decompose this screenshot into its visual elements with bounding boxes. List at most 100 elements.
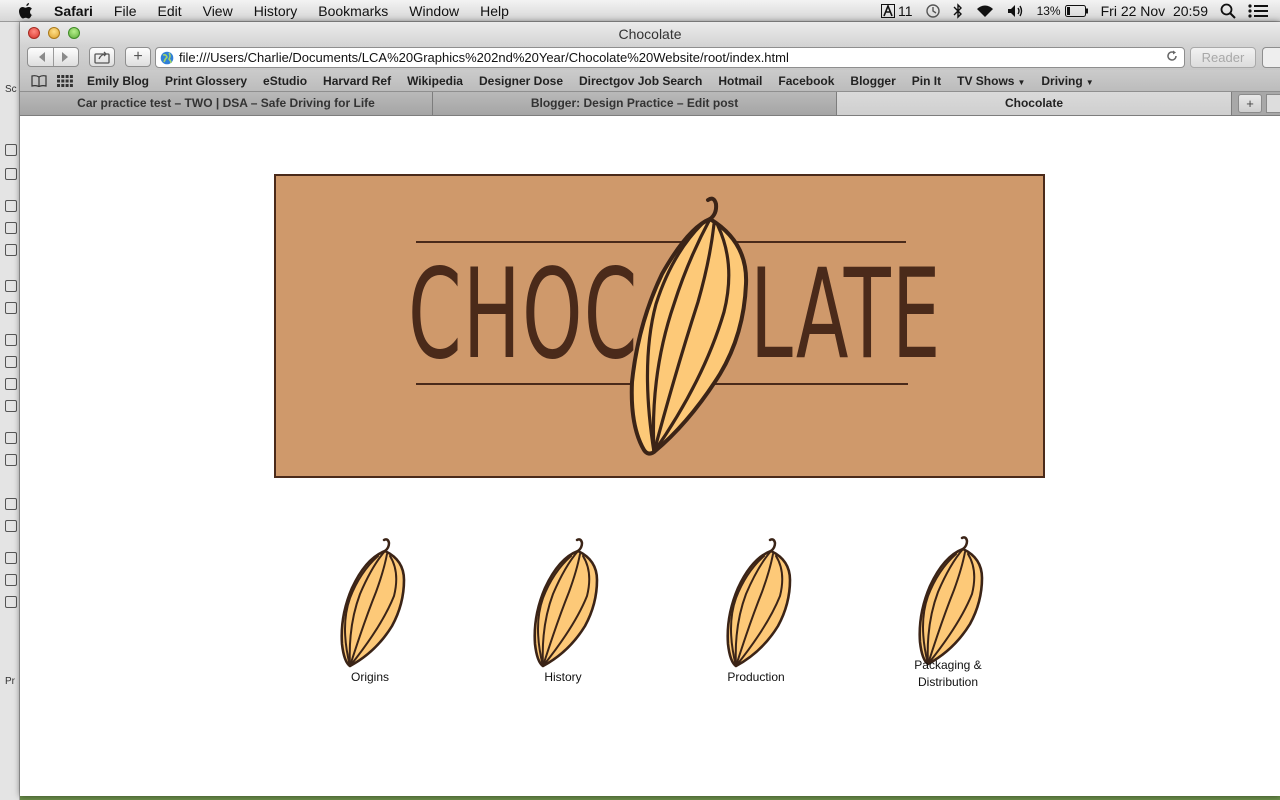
tool-icon[interactable] [5, 596, 17, 608]
safari-window: Chocolate + file:///Users/Charlie/Docume… [20, 22, 1280, 796]
battery-percent: 13% [1036, 3, 1061, 18]
tool-icon[interactable] [5, 280, 17, 292]
tool-icon[interactable] [5, 520, 17, 532]
adobe-icon [881, 3, 896, 18]
tool-icon[interactable] [5, 400, 17, 412]
bookmark-emily-blog[interactable]: Emily Blog [87, 74, 149, 88]
tool-icon[interactable] [5, 144, 17, 156]
spotlight-search-icon[interactable] [1220, 3, 1236, 19]
url-text[interactable]: file:///Users/Charlie/Documents/LCA%20Gr… [179, 50, 789, 65]
logo-text-right: LATE [750, 243, 942, 387]
bookmark-facebook[interactable]: Facebook [778, 74, 834, 88]
bookmark-estudio[interactable]: eStudio [263, 74, 307, 88]
nav-label-line1: Packaging & [914, 658, 982, 672]
menu-window[interactable]: Window [409, 3, 459, 19]
tool-icon[interactable] [5, 302, 17, 314]
tool-icon[interactable] [5, 498, 17, 510]
tool-icon[interactable] [5, 200, 17, 212]
tool-icon[interactable] [5, 244, 17, 256]
cocoa-pod-icon [533, 538, 599, 668]
nav-item-history[interactable]: History [488, 536, 638, 687]
time-machine-icon[interactable] [925, 3, 941, 19]
share-button[interactable] [89, 47, 115, 67]
plus-icon: + [133, 48, 143, 65]
adobe-status[interactable]: 11 [881, 3, 913, 19]
bookmark-directgov-job-search[interactable]: Directgov Job Search [579, 74, 702, 88]
menu-view[interactable]: View [203, 3, 233, 19]
bookmark-folder-tv-shows[interactable]: TV Shows ▼ [957, 74, 1025, 88]
background-app-label-top: Sc [5, 84, 17, 95]
chevron-down-icon: ▼ [1085, 77, 1094, 87]
tool-icon[interactable] [5, 378, 17, 390]
tool-icon[interactable] [5, 168, 17, 180]
bookmarks-bar: Emily Blog Print Glossery eStudio Harvar… [20, 70, 1280, 92]
tab-bar: Car practice test – TWO | DSA – Safe Dri… [20, 92, 1280, 116]
tab-chocolate[interactable]: Chocolate [837, 92, 1232, 115]
menu-help[interactable]: Help [480, 3, 509, 19]
bookmark-folder-driving[interactable]: Driving ▼ [1041, 74, 1093, 88]
back-arrow-icon[interactable] [37, 51, 47, 63]
bookmark-folder-label: Driving [1041, 73, 1083, 88]
tool-icon[interactable] [5, 356, 17, 368]
apple-menu-icon[interactable] [18, 2, 38, 20]
bookmark-hotmail[interactable]: Hotmail [718, 74, 762, 88]
page-content: CHOC LATE Origins History Production Pac… [20, 116, 1280, 796]
menu-clock[interactable]: Fri 22 Nov 20:59 [1101, 3, 1208, 19]
menu-safari[interactable]: Safari [54, 3, 93, 19]
bookmark-designer-dose[interactable]: Designer Dose [479, 74, 563, 88]
nav-item-packaging-distribution[interactable]: Packaging & Distribution [873, 536, 1023, 690]
menu-edit[interactable]: Edit [157, 3, 181, 19]
bookmark-pin-it[interactable]: Pin It [912, 74, 941, 88]
tab-blogger-design-practice[interactable]: Blogger: Design Practice – Edit post [433, 92, 837, 115]
volume-icon[interactable] [1007, 4, 1025, 18]
logo-text-left: CHOC [408, 243, 639, 387]
forward-arrow-icon[interactable] [60, 51, 70, 63]
top-sites-icon[interactable] [57, 74, 73, 87]
bookmark-wikipedia[interactable]: Wikipedia [407, 74, 463, 88]
tool-icon[interactable] [5, 334, 17, 346]
tool-icon[interactable] [5, 574, 17, 586]
new-tab-button[interactable]: + [1238, 94, 1262, 113]
tool-icon[interactable] [5, 222, 17, 234]
wifi-icon[interactable] [975, 4, 995, 18]
bookmark-blogger[interactable]: Blogger [850, 74, 895, 88]
toolbar-overflow[interactable] [1262, 47, 1280, 68]
title-bar[interactable]: Chocolate [20, 22, 1280, 46]
menu-history[interactable]: History [254, 3, 298, 19]
tab-car-practice-test[interactable]: Car practice test – TWO | DSA – Safe Dri… [20, 92, 433, 115]
nav-item-production[interactable]: Production [681, 536, 831, 687]
cocoa-pod-icon [918, 536, 984, 666]
window-title: Chocolate [618, 26, 682, 42]
tool-icon[interactable] [5, 552, 17, 564]
browser-toolbar: + file:///Users/Charlie/Documents/LCA%20… [20, 46, 1280, 70]
menu-file[interactable]: File [114, 3, 137, 19]
battery-icon [1064, 4, 1088, 17]
tool-icon[interactable] [5, 432, 17, 444]
add-bookmark-button[interactable]: + [125, 47, 151, 67]
notification-center-icon[interactable] [1248, 3, 1268, 19]
globe-icon [160, 51, 174, 65]
chocolate-banner: CHOC LATE [274, 174, 1045, 478]
nav-label-line1: Origins [350, 670, 389, 684]
back-forward-buttons [27, 47, 79, 67]
nav-item-origins[interactable]: Origins [295, 536, 445, 687]
bookmark-harvard-ref[interactable]: Harvard Ref [323, 74, 391, 88]
cocoa-pod-icon [340, 538, 406, 668]
share-icon [94, 51, 110, 64]
bookmark-print-glossery[interactable]: Print Glossery [165, 74, 247, 88]
chevron-down-icon: ▼ [1017, 77, 1026, 87]
bluetooth-icon[interactable] [953, 2, 963, 19]
nav-label-line2: Distribution [917, 675, 979, 689]
reader-button[interactable]: Reader [1190, 47, 1256, 68]
tab-overflow[interactable] [1266, 94, 1280, 113]
nav-label-line1: Production [727, 670, 785, 684]
cocoa-pod-icon [726, 538, 792, 668]
tool-icon[interactable] [5, 454, 17, 466]
address-bar[interactable]: file:///Users/Charlie/Documents/LCA%20Gr… [155, 47, 1185, 68]
battery-status[interactable]: 13% [1037, 4, 1089, 18]
adobe-count: 11 [898, 2, 913, 19]
menu-bookmarks[interactable]: Bookmarks [318, 3, 388, 19]
reading-list-icon[interactable] [31, 74, 47, 87]
background-app-label-bottom: Pr [5, 676, 15, 687]
reload-icon[interactable] [1166, 50, 1178, 65]
